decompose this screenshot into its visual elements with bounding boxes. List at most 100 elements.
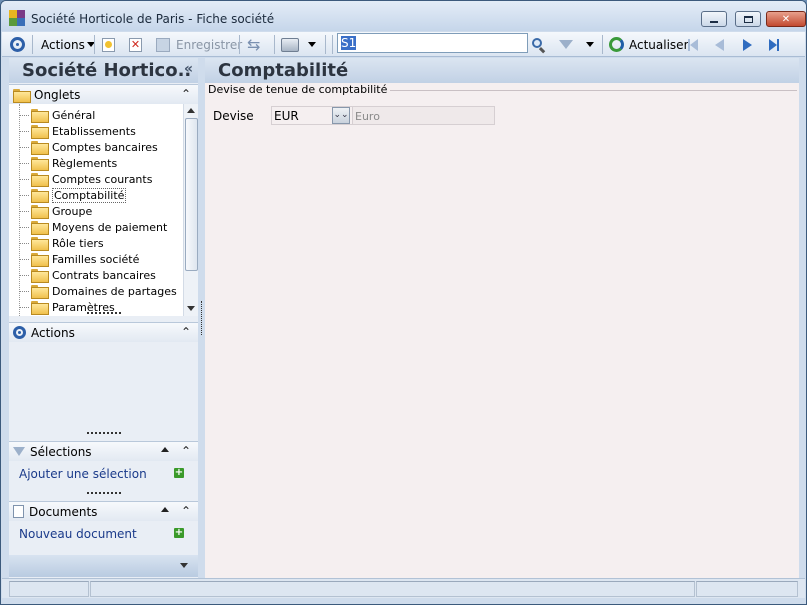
scroll-down-icon[interactable] [187, 306, 195, 311]
maximize-button[interactable] [735, 11, 761, 27]
filter-icon [559, 40, 573, 49]
close-icon: ✕ [781, 13, 791, 25]
collapse-chevron-icon[interactable]: ⌃ [181, 444, 191, 458]
add-selection-link[interactable]: Ajouter une sélection [19, 467, 147, 481]
tree-item[interactable]: Moyens de paiement [19, 219, 167, 235]
filter-icon [13, 447, 25, 456]
next-record-button[interactable] [743, 35, 752, 54]
status-cell [90, 581, 695, 597]
tree-item[interactable]: Comptes courants [19, 171, 152, 187]
print-options-button[interactable] [308, 35, 316, 54]
chevron-down-icon[interactable] [180, 563, 188, 568]
folder-icon [31, 237, 49, 251]
documents-section-header[interactable]: Documents ⌃ [9, 501, 198, 521]
maximize-icon [743, 15, 753, 23]
target-icon [10, 37, 25, 52]
group-divider [365, 90, 797, 91]
tree-item[interactable]: Groupe [19, 203, 92, 219]
save-label: Enregistrer [176, 37, 243, 52]
folder-icon [31, 269, 49, 283]
documents-title: Documents [29, 504, 98, 519]
tree-item[interactable]: Contrats bancaires [19, 267, 156, 283]
filter-options-button[interactable] [586, 35, 594, 54]
selections-section-header[interactable]: Sélections ⌃ [9, 441, 198, 461]
splitter-handle[interactable] [87, 492, 121, 495]
expand-up-icon[interactable] [161, 507, 169, 512]
collapse-panel-icon[interactable]: « [184, 61, 193, 77]
group-title: Devise de tenue de comptabilité [208, 83, 391, 96]
search-input[interactable]: S1 [337, 33, 528, 53]
tree-item[interactable]: Familles société [19, 251, 139, 267]
tree-item[interactable]: Rôle tiers [19, 235, 104, 251]
onglets-section-header[interactable]: Onglets ⌃ [9, 84, 198, 104]
new-document-icon [102, 37, 115, 52]
search-button[interactable] [531, 35, 547, 54]
scroll-thumb[interactable] [185, 118, 198, 271]
application-window: Société Horticole de Paris - Fiche socié… [0, 0, 807, 605]
print-button[interactable] [281, 35, 299, 54]
magnifier-icon [531, 37, 547, 53]
actions-title: Actions [31, 325, 75, 340]
new-document-plus-icon[interactable]: + [174, 528, 184, 538]
last-record-button[interactable] [769, 35, 779, 54]
devise-dropdown-button[interactable]: ⌄⌄ [332, 107, 350, 124]
tree-item[interactable]: Comptes bancaires [19, 139, 158, 155]
minimize-button[interactable] [701, 11, 727, 27]
save-icon [156, 37, 170, 52]
filter-button[interactable] [559, 35, 573, 54]
tree-item[interactable]: Règlements [19, 155, 117, 171]
double-chevron-down-icon: ⌄⌄ [333, 110, 349, 120]
tree-item-label: Familles société [52, 252, 140, 266]
status-bar [2, 578, 805, 598]
folder-icon [31, 221, 49, 235]
new-document-link[interactable]: Nouveau document [19, 527, 137, 541]
new-button[interactable] [102, 35, 115, 54]
tree-item[interactable]: Comptabilité [19, 187, 127, 203]
previous-icon [715, 38, 724, 51]
actions-menu-button[interactable]: Actions [41, 35, 95, 54]
tree-scrollbar[interactable] [183, 104, 198, 316]
splitter-handle[interactable] [87, 312, 121, 315]
delete-button[interactable]: ✕ [129, 35, 142, 54]
refresh-button[interactable]: Actualiser [609, 35, 689, 54]
folder-icon [31, 125, 49, 139]
status-cell [9, 581, 89, 597]
minimize-icon [710, 21, 718, 23]
page-title: Comptabilité [205, 58, 799, 83]
previous-record-button[interactable] [715, 35, 724, 54]
save-button[interactable]: Enregistrer [156, 35, 242, 54]
collapse-chevron-icon[interactable]: ⌃ [181, 325, 191, 339]
search-input-value: S1 [341, 36, 357, 50]
refresh-icon [609, 37, 624, 52]
folder-icon [31, 189, 49, 203]
last-icon [769, 38, 779, 51]
tree-item[interactable]: Etablissements [19, 123, 136, 139]
close-button[interactable]: ✕ [766, 11, 806, 27]
collapse-chevron-icon[interactable]: ⌃ [181, 504, 191, 518]
collapse-chevron-icon[interactable]: ⌃ [181, 87, 191, 101]
devise-label-field: Euro [352, 106, 495, 125]
scroll-up-icon[interactable] [187, 108, 195, 113]
menu-button[interactable] [10, 35, 25, 54]
first-record-button[interactable] [688, 35, 698, 54]
folder-icon [31, 141, 49, 155]
sync-button[interactable]: ⇆ [247, 35, 260, 54]
document-icon [13, 505, 24, 518]
actions-label: Actions [41, 37, 85, 52]
left-panel-title: Société Hortico.. [22, 60, 192, 81]
add-selection-plus-icon[interactable]: + [174, 468, 184, 478]
tree-item-label: Moyens de paiement [52, 220, 168, 234]
splitter-handle[interactable] [87, 432, 121, 435]
first-icon [688, 38, 698, 51]
devise-label: Devise [213, 109, 254, 123]
tree-item[interactable]: Général [19, 107, 95, 123]
main-panel: Comptabilité Devise de tenue de comptabi… [205, 58, 799, 578]
tree-item[interactable]: Domaines de partages [19, 283, 177, 299]
dropdown-arrow-icon [586, 42, 594, 47]
vertical-splitter[interactable] [201, 301, 202, 335]
onglets-tree: Général Etablissements Comptes bancaires Rè… [9, 104, 198, 316]
actions-section-header[interactable]: Actions ⌃ [9, 322, 198, 342]
expand-up-icon[interactable] [161, 447, 169, 452]
folder-icon [31, 285, 49, 299]
delete-icon: ✕ [129, 37, 142, 52]
